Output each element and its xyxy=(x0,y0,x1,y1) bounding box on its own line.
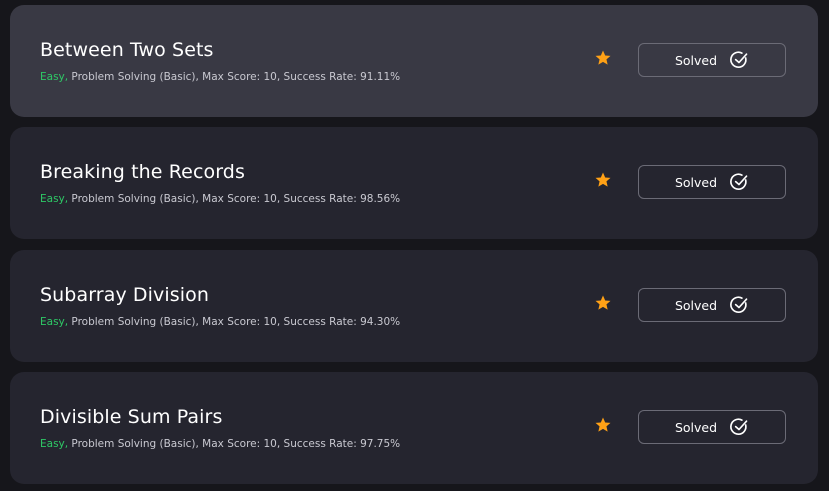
challenge-details: Easy, Problem Solving (Basic), Max Score… xyxy=(40,316,400,328)
difficulty-label: Easy, xyxy=(40,316,69,328)
check-circle-icon xyxy=(730,51,748,69)
challenge-details: Easy, Problem Solving (Basic), Max Score… xyxy=(40,438,400,450)
check-circle-icon xyxy=(730,418,748,436)
challenge-card[interactable]: Breaking the Records Easy, Problem Solvi… xyxy=(10,127,818,239)
solved-label: Solved xyxy=(674,174,718,190)
star-icon[interactable] xyxy=(594,49,612,67)
solved-button[interactable]: Solved xyxy=(638,288,786,322)
star-icon[interactable] xyxy=(594,171,612,189)
difficulty-label: Easy, xyxy=(40,438,69,450)
star-icon[interactable] xyxy=(594,416,612,434)
challenge-card[interactable]: Divisible Sum Pairs Easy, Problem Solvin… xyxy=(10,372,818,484)
challenge-card[interactable]: Between Two Sets Easy, Problem Solving (… xyxy=(10,5,818,117)
solved-label: Solved xyxy=(674,52,718,68)
challenge-meta: Problem Solving (Basic), Max Score: 10, … xyxy=(68,71,401,83)
check-circle-icon xyxy=(730,296,748,314)
challenge-title[interactable]: Subarray Division xyxy=(40,284,209,306)
challenge-title[interactable]: Breaking the Records xyxy=(40,161,245,183)
challenge-details: Easy, Problem Solving (Basic), Max Score… xyxy=(40,71,400,83)
solved-label: Solved xyxy=(674,297,718,313)
solved-button[interactable]: Solved xyxy=(638,165,786,199)
difficulty-label: Easy, xyxy=(40,193,69,205)
challenge-card[interactable]: Subarray Division Easy, Problem Solving … xyxy=(10,250,818,362)
challenge-meta: Problem Solving (Basic), Max Score: 10, … xyxy=(68,438,401,450)
difficulty-label: Easy, xyxy=(40,71,69,83)
challenge-details: Easy, Problem Solving (Basic), Max Score… xyxy=(40,193,400,205)
star-icon[interactable] xyxy=(594,294,612,312)
challenge-title[interactable]: Divisible Sum Pairs xyxy=(40,406,222,428)
check-circle-icon xyxy=(730,173,748,191)
challenge-meta: Problem Solving (Basic), Max Score: 10, … xyxy=(68,316,401,328)
solved-button[interactable]: Solved xyxy=(638,410,786,444)
solved-label: Solved xyxy=(674,419,718,435)
challenge-meta: Problem Solving (Basic), Max Score: 10, … xyxy=(68,193,401,205)
solved-button[interactable]: Solved xyxy=(638,43,786,77)
challenge-title[interactable]: Between Two Sets xyxy=(40,39,214,61)
